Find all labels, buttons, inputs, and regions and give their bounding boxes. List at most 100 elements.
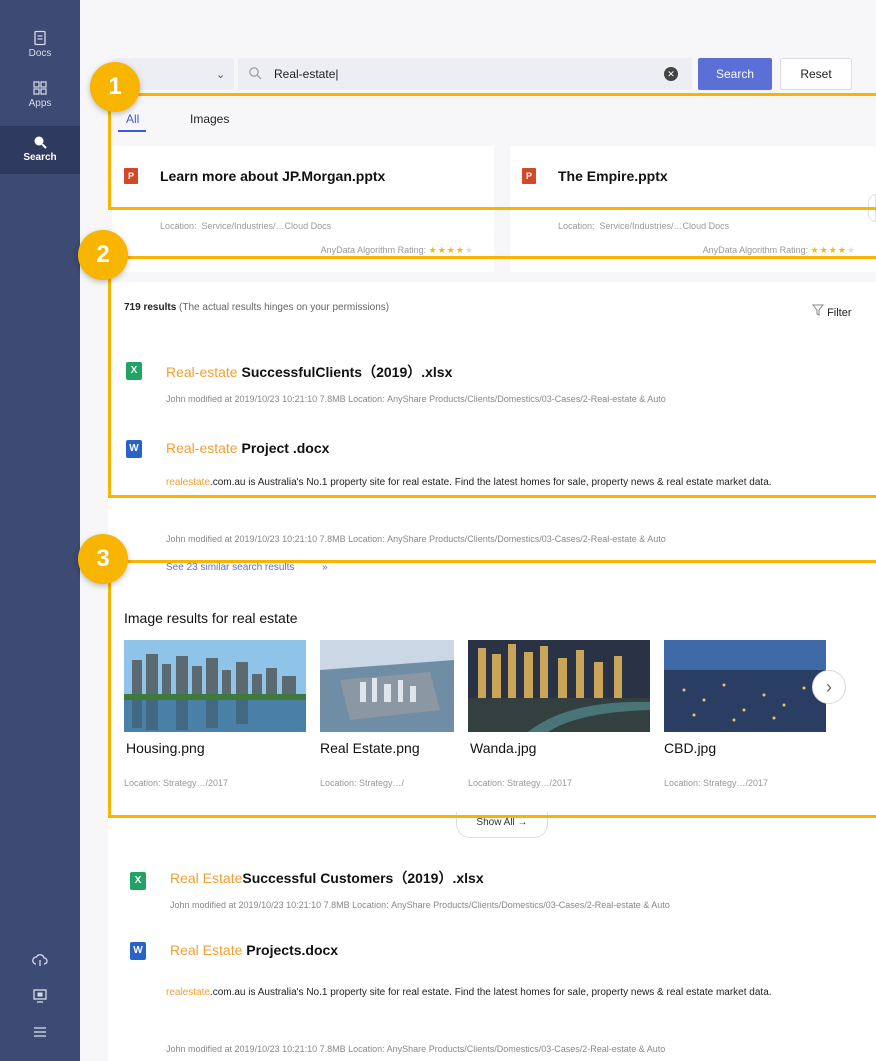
result-title[interactable]: Real EstateSuccessful Customers（2019）.xl… [170, 868, 484, 888]
sidebar-item-search[interactable]: Search [0, 126, 80, 174]
filter-button[interactable]: Filter [811, 304, 852, 319]
image-name: Wanda.jpg [470, 740, 537, 756]
annotation-badge-3: 3 [78, 534, 128, 584]
pptx-file-icon: P [522, 168, 536, 184]
pptx-file-icon: P [124, 168, 138, 184]
chevron-down-icon: ⌄ [216, 69, 226, 81]
result-title-text: Project .docx [237, 440, 330, 456]
featured-card-rating: AnyData Algorithm Rating: ★★★★★ [321, 245, 474, 256]
featured-card-location: Location: Service/Industries/…Cloud Docs [558, 221, 730, 231]
sidebar-item-label: Search [23, 152, 57, 163]
snippet-text: .com.au is Australia's No.1 property sit… [209, 987, 772, 998]
show-all-label: Show All [476, 817, 515, 828]
result-snippet: realestate.com.au is Australia's No.1 pr… [166, 474, 846, 492]
result-meta: John modified at 2019/10/23 10:21:10 7.8… [166, 534, 666, 544]
show-all-button[interactable]: Show All → [456, 812, 548, 838]
search-bar: ⌄ Real-estate| ✕ Search Reset [112, 58, 852, 90]
result-title[interactable]: Real Estate Projects.docx [170, 942, 338, 958]
result-title-text: SuccessfulClients（2019）.xlsx [237, 364, 453, 380]
result-title-highlight: Real-estate [166, 440, 238, 456]
city-lights-image [664, 640, 826, 732]
image-thumbnail-real-estate[interactable] [320, 640, 454, 732]
snippet-highlight: realestate [166, 477, 210, 488]
result-meta: John modified at 2019/10/23 10:21:10 7.8… [166, 1044, 666, 1054]
clear-search-icon[interactable]: ✕ [664, 67, 678, 81]
sidebar-item-apps[interactable]: Apps [0, 80, 80, 120]
menu-icon [34, 1027, 46, 1037]
annotation-badge-2: 2 [78, 230, 128, 280]
search-button[interactable]: Search [698, 58, 772, 90]
sidebar: Docs Apps Search [0, 0, 80, 1061]
carousel-next-button[interactable] [868, 194, 876, 222]
featured-card[interactable]: P The Empire.pptx — — — — Location: Serv… [510, 146, 876, 272]
result-snippet: realestate.com.au is Australia's No.1 pr… [166, 984, 846, 1002]
image-thumbnail-cbd[interactable] [664, 640, 826, 732]
featured-card-title: Learn more about JP.Morgan.pptx [160, 168, 386, 184]
featured-card-meta: — — — — [160, 202, 204, 212]
menu-button[interactable] [0, 1024, 80, 1045]
featured-card-rating: AnyData Algorithm Rating: ★★★★★ [703, 245, 856, 256]
snippet-text: .com.au is Australia's No.1 property sit… [209, 477, 772, 488]
monitor-button[interactable] [0, 988, 80, 1009]
image-name: Housing.png [126, 740, 205, 756]
image-name: Real Estate.png [320, 740, 420, 756]
image-location: Location: Strategy…/2017 [468, 778, 573, 788]
sidebar-item-label: Docs [28, 48, 52, 59]
snippet-highlight: realestate [166, 987, 210, 998]
sidebar-item-docs[interactable]: Docs [0, 30, 80, 70]
result-title-highlight: Real Estate [170, 870, 243, 886]
results-count-number: 719 results [124, 302, 177, 313]
star-rating-icon: ★★★★★ [810, 245, 856, 255]
featured-card-title: The Empire.pptx [558, 168, 668, 184]
active-tab-indicator [118, 130, 146, 132]
search-icon [249, 67, 262, 80]
image-location: Location: Strategy…/2017 [664, 778, 769, 788]
results-count: 719 results (The actual results hinges o… [124, 302, 389, 313]
similar-results-link[interactable]: See 23 similar search results » [166, 562, 328, 573]
document-icon [34, 30, 46, 46]
filter-label: Filter [827, 307, 852, 319]
rating-label: AnyData Algorithm Rating: [702, 245, 809, 255]
image-name: CBD.jpg [664, 740, 717, 756]
result-meta: John modified at 2019/10/23 10:21:10 7.8… [166, 394, 666, 404]
xlsx-file-icon: X [126, 362, 142, 380]
image-carousel-next-button[interactable]: › [812, 670, 846, 704]
similar-results-label: See 23 similar search results [166, 562, 295, 573]
star-rating-icon: ★★★★★ [428, 245, 474, 255]
image-thumbnail-wanda[interactable] [468, 640, 650, 732]
annotation-badge-1: 1 [90, 62, 140, 112]
night-city-image [468, 640, 650, 732]
search-input[interactable]: Real-estate| ✕ [238, 58, 692, 90]
monitor-icon [33, 989, 47, 1003]
image-results-heading: Image results for real estate [124, 610, 298, 626]
reset-button[interactable]: Reset [780, 58, 852, 90]
result-title[interactable]: Real-estate Project .docx [166, 440, 329, 456]
result-title-highlight: Real-estate [166, 364, 238, 380]
cloud-sync-button[interactable] [0, 952, 80, 973]
featured-card-meta: — — — — [558, 202, 602, 212]
result-title-text: Projects.docx [242, 942, 339, 958]
result-meta: John modified at 2019/10/23 10:21:10 7.8… [170, 900, 670, 910]
results-count-note: (The actual results hinges on your permi… [179, 302, 390, 313]
aerial-city-image [320, 640, 454, 732]
search-query-text: Real-estate| [274, 67, 339, 81]
filter-icon [811, 304, 825, 316]
featured-card-location: Location: Service/Industries/…Cloud Docs [160, 221, 332, 231]
result-title[interactable]: Real-estate SuccessfulClients（2019）.xlsx [166, 362, 452, 382]
image-location: Location: Strategy…/2017 [124, 778, 229, 788]
search-icon [34, 136, 47, 149]
docx-file-icon: W [126, 440, 142, 458]
docx-file-icon: W [130, 942, 146, 960]
grid-icon [33, 81, 47, 95]
image-location: Location: Strategy…/ [320, 778, 405, 788]
result-title-highlight: Real Estate [170, 942, 243, 958]
image-thumbnail-housing[interactable] [124, 640, 306, 732]
tab-images[interactable]: Images [190, 112, 229, 126]
featured-card[interactable]: P Learn more about JP.Morgan.pptx — — — … [112, 146, 494, 272]
tab-all[interactable]: All [126, 112, 139, 126]
sidebar-item-label: Apps [28, 98, 52, 109]
rating-label: AnyData Algorithm Rating: [320, 245, 427, 255]
cloud-sync-icon [32, 954, 48, 966]
result-title-text: Successful Customers（2019）.xlsx [242, 870, 484, 886]
city-skyline-image [124, 640, 306, 732]
